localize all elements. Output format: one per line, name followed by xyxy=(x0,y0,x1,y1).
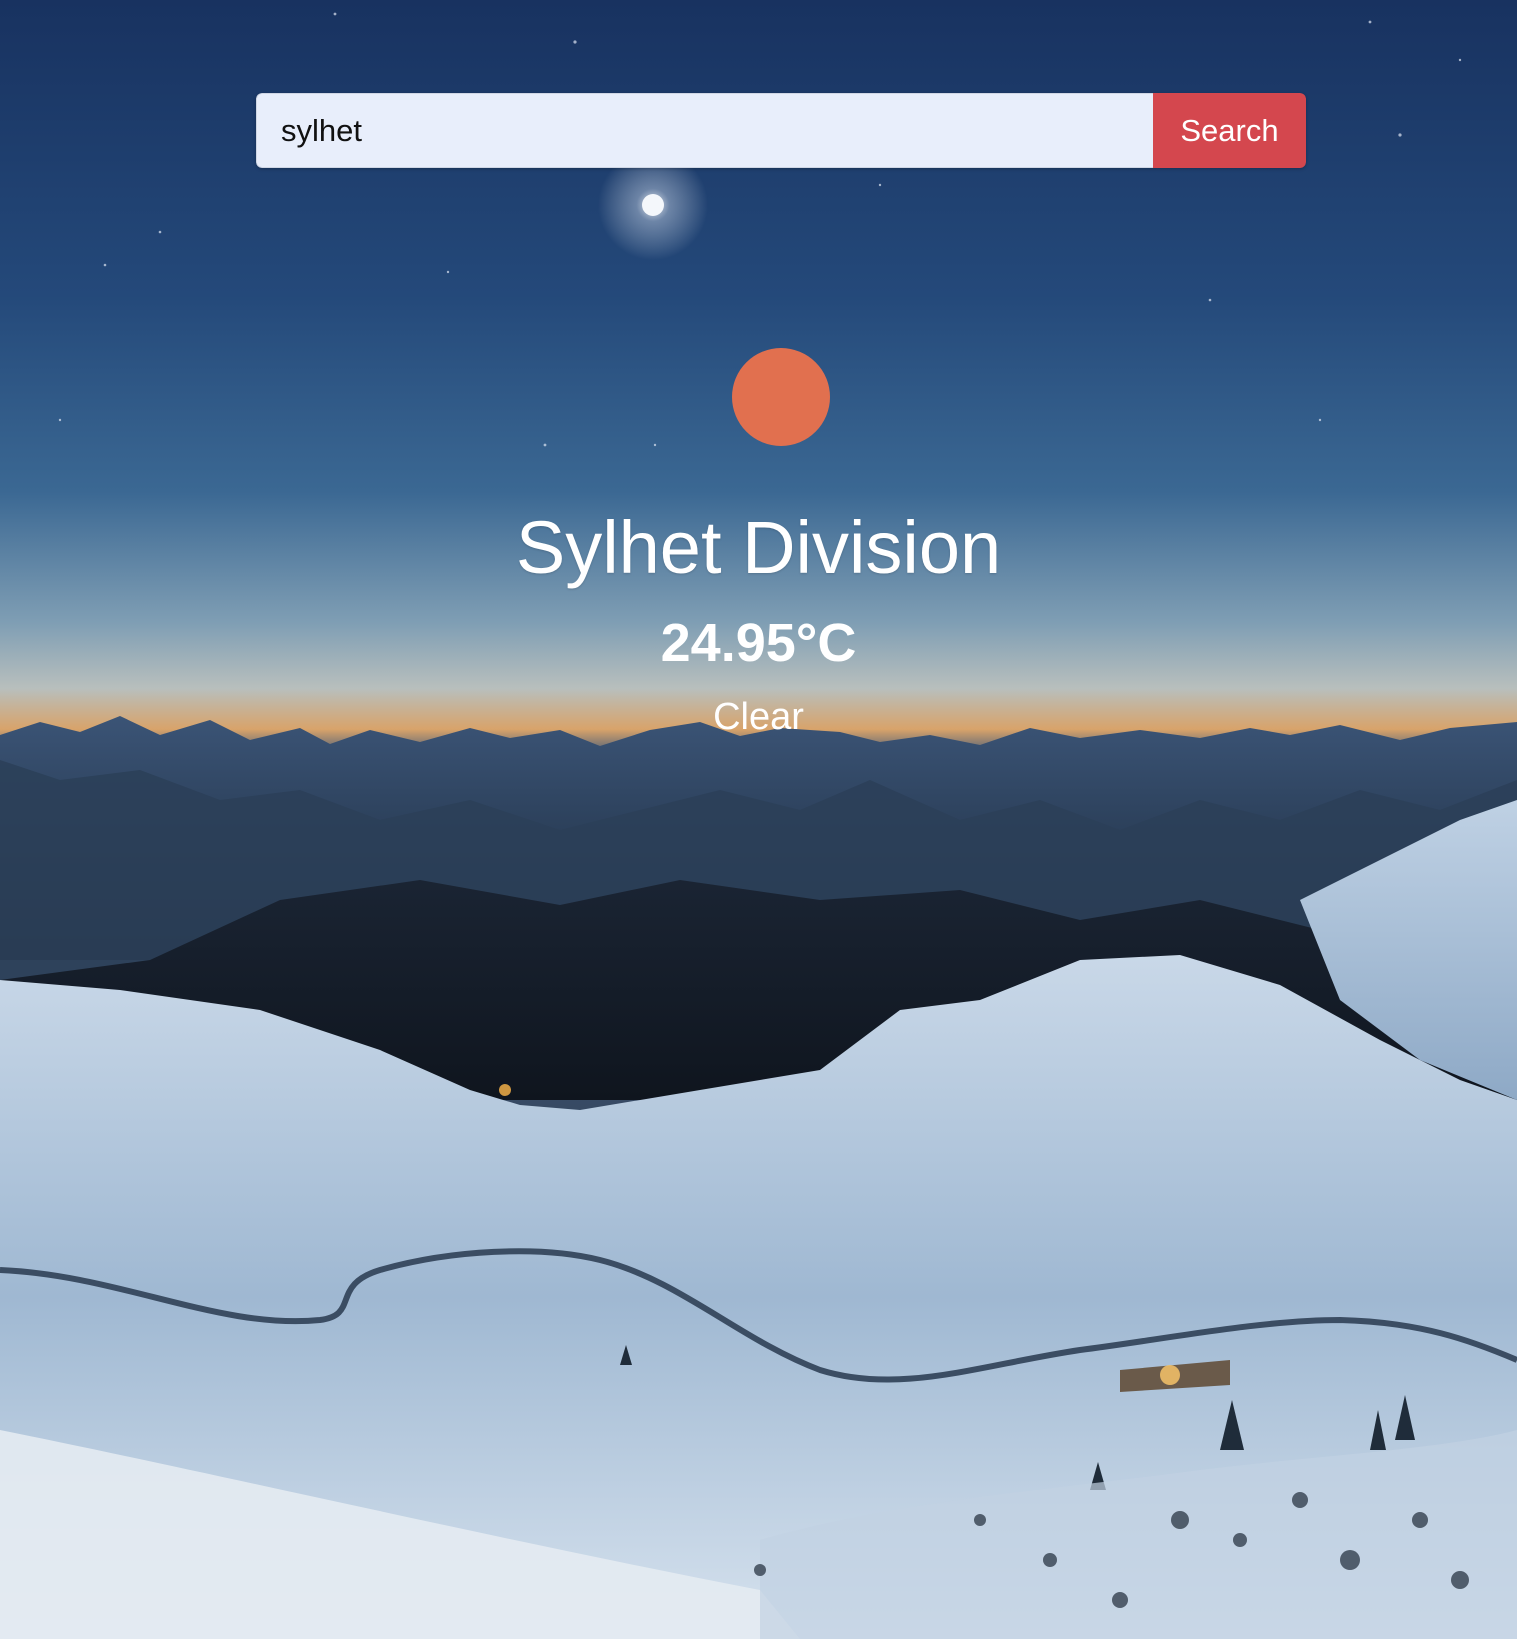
search-bar: Search xyxy=(256,93,1306,168)
temperature: 24.95°C xyxy=(660,613,857,673)
city-name: Sylhet Division xyxy=(515,506,1002,589)
weather-condition: Clear xyxy=(713,696,804,738)
search-button[interactable]: Search xyxy=(1153,93,1306,168)
sun-circle-icon xyxy=(732,348,830,446)
search-input[interactable] xyxy=(256,93,1153,168)
weather-app: Search Sylhet Division 24.95°C Clear xyxy=(0,0,1517,1639)
